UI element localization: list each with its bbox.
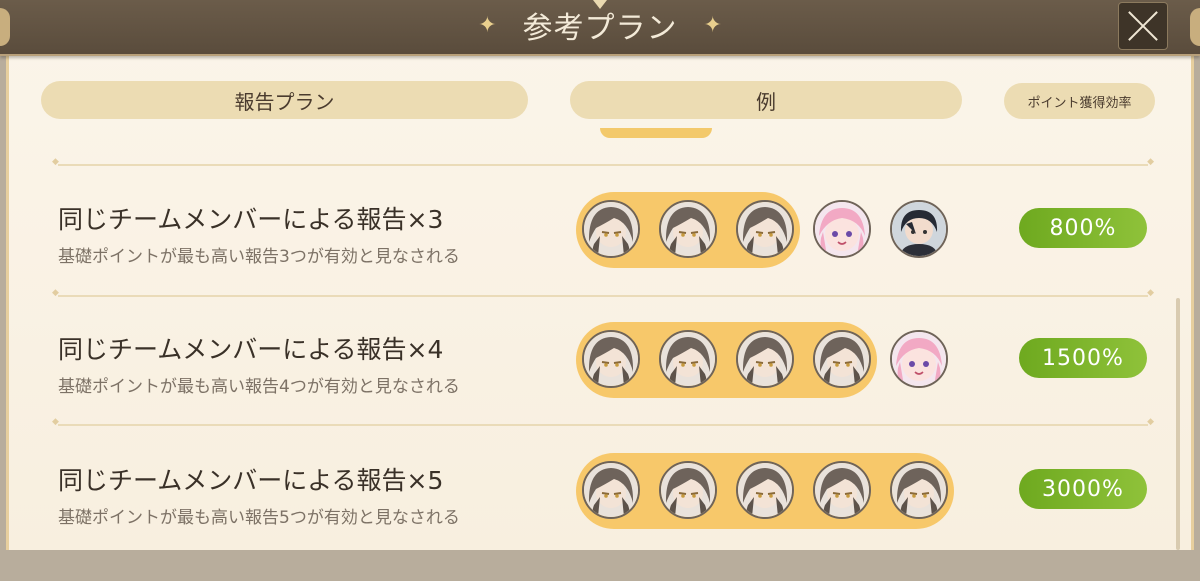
avatar (890, 461, 948, 519)
header-efficiency: ポイント獲得効率 (1004, 83, 1155, 119)
plan-row: 同じチームメンバーによる報告×3 基礎ポイントが最も高い報告3つが有効と見なされ… (0, 192, 1200, 320)
plan-row: 同じチームメンバーによる報告×5 基礎ポイントが最も高い報告5つが有効と見なされ… (0, 453, 1200, 581)
plan-row-subtitle: 基礎ポイントが最も高い報告5つが有効と見なされる (58, 508, 460, 528)
avatar (813, 461, 871, 519)
avatar (890, 200, 948, 258)
avatar (582, 200, 640, 258)
sparkle-icon: ✦ (478, 12, 497, 38)
avatar (813, 330, 871, 388)
gray-hair-character-icon (661, 463, 715, 517)
plan-row-title: 同じチームメンバーによる報告×5 (58, 466, 444, 495)
avatar (890, 330, 948, 388)
gray-hair-character-icon (892, 463, 946, 517)
row-divider (52, 157, 1154, 167)
avatar (659, 461, 717, 519)
avatar (582, 461, 640, 519)
plan-row-subtitle: 基礎ポイントが最も高い報告3つが有効と見なされる (58, 247, 460, 267)
plan-row-subtitle: 基礎ポイントが最も高い報告4つが有効と見なされる (58, 377, 460, 397)
plan-row-title: 同じチームメンバーによる報告×4 (58, 335, 444, 364)
title-group: ✦ 参考プラン ✦ (0, 0, 1200, 50)
efficiency-badge: 800% (1019, 208, 1147, 248)
gray-hair-character-icon (661, 202, 715, 256)
gray-hair-character-icon (815, 463, 869, 517)
avatar (659, 200, 717, 258)
avatar (736, 461, 794, 519)
gray-hair-character-icon (738, 463, 792, 517)
avatar (813, 200, 871, 258)
gray-hair-character-icon (584, 332, 638, 386)
header-example: 例 (570, 81, 962, 119)
previous-row-highlight (600, 128, 712, 138)
plan-row: 同じチームメンバーによる報告×4 基礎ポイントが最も高い報告4つが有効と見なされ… (0, 322, 1200, 450)
gray-hair-character-icon (815, 332, 869, 386)
avatar (582, 330, 640, 388)
plan-row-title: 同じチームメンバーによる報告×3 (58, 205, 444, 234)
efficiency-badge: 1500% (1019, 338, 1147, 378)
dark-hair-character-icon (892, 202, 946, 256)
gray-hair-character-icon (584, 463, 638, 517)
gray-hair-character-icon (584, 202, 638, 256)
page-title: 参考プラン (522, 11, 678, 46)
pink-hair-character-icon (892, 332, 946, 386)
gray-hair-character-icon (661, 332, 715, 386)
avatar (736, 330, 794, 388)
header-plan: 報告プラン (41, 81, 528, 119)
pink-hair-character-icon (815, 202, 869, 256)
scrollbar[interactable] (1176, 298, 1180, 550)
gray-hair-character-icon (738, 202, 792, 256)
close-button[interactable] (1118, 2, 1168, 50)
avatar (659, 330, 717, 388)
gray-hair-character-icon (738, 332, 792, 386)
sparkle-icon: ✦ (703, 12, 722, 38)
avatar (736, 200, 794, 258)
efficiency-badge: 3000% (1019, 469, 1147, 509)
